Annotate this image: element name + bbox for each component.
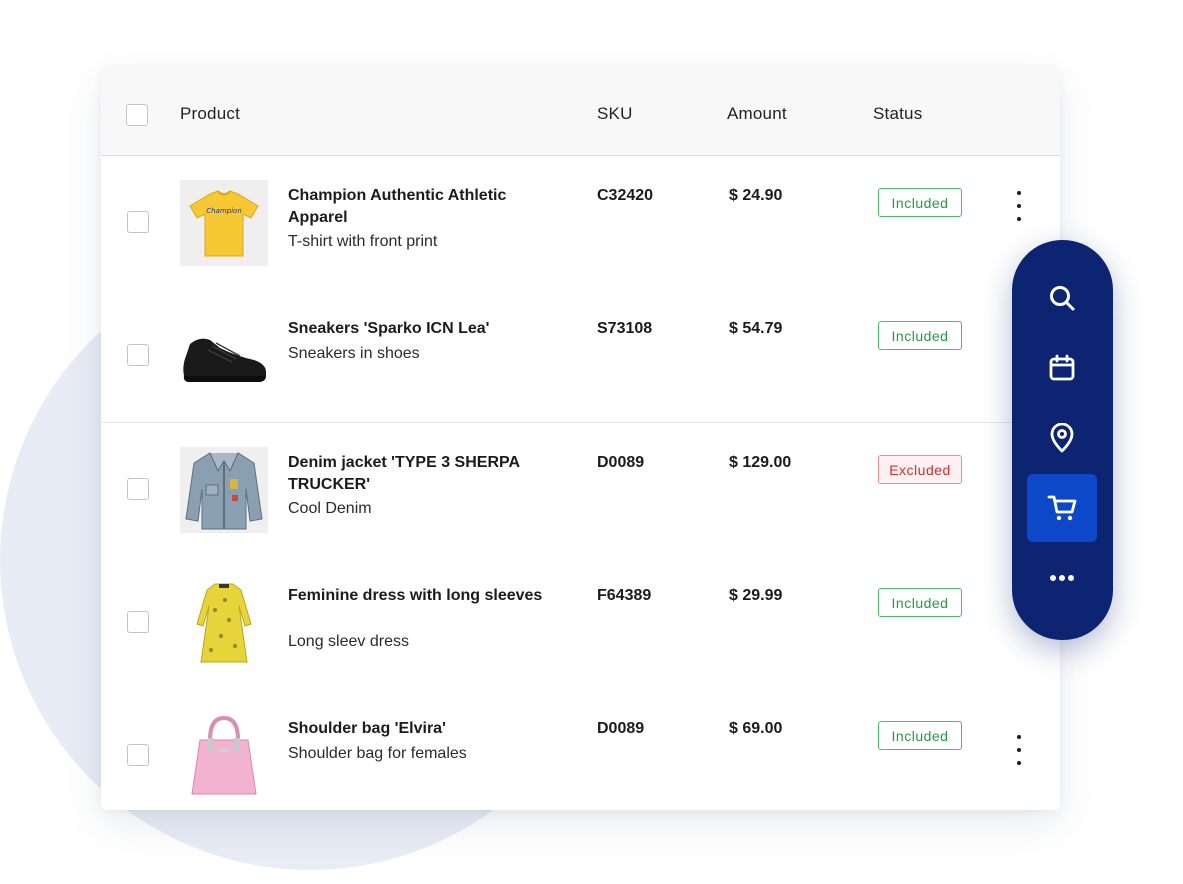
select-all-checkbox[interactable]: [126, 104, 148, 126]
denim-jacket-image: [180, 447, 268, 533]
table-row[interactable]: Feminine dress with long sleeves Long sl…: [101, 556, 1060, 690]
product-sku: F64389: [597, 587, 652, 604]
product-amount: $ 24.90: [729, 187, 783, 204]
column-header-sku[interactable]: SKU: [597, 104, 633, 124]
row-checkbox[interactable]: [127, 744, 149, 766]
product-name: Feminine dress with long sleeves: [288, 587, 543, 604]
table-row[interactable]: Denim jacket 'TYPE 3 SHERPA TRUCKER' Coo…: [101, 423, 1060, 557]
calendar-icon[interactable]: [1027, 334, 1097, 402]
row-checkbox[interactable]: [127, 344, 149, 366]
row-checkbox[interactable]: [127, 611, 149, 633]
product-amount: $ 69.00: [729, 720, 783, 737]
product-description: Shoulder bag for females: [288, 745, 467, 762]
table-row[interactable]: Sneakers 'Sparko ICN Lea' Sneakers in sh…: [101, 289, 1060, 423]
column-header-status[interactable]: Status: [873, 104, 922, 124]
search-icon[interactable]: [1027, 264, 1097, 332]
status-badge: Included: [878, 188, 962, 217]
product-name: Denim jacket 'TYPE 3 SHERPA TRUCKER': [288, 454, 520, 493]
product-sku: C32420: [597, 187, 654, 204]
products-table: Product SKU Amount Status Champion Champ…: [101, 67, 1060, 810]
product-description: Long sleev dress: [288, 633, 409, 650]
product-name: Champion Authentic Athletic Apparel: [288, 187, 507, 226]
status-badge: Included: [878, 721, 962, 750]
table-header: Product SKU Amount Status: [101, 67, 1060, 156]
row-more-menu-icon[interactable]: [1013, 191, 1025, 221]
location-pin-icon[interactable]: [1027, 404, 1097, 472]
floating-toolbar: [1012, 240, 1113, 640]
column-header-product[interactable]: Product: [180, 104, 240, 124]
product-name: Sneakers 'Sparko ICN Lea': [288, 320, 490, 337]
thumbnail-brand-label: Champion: [206, 207, 242, 215]
cart-icon[interactable]: [1027, 474, 1097, 542]
product-description: T-shirt with front print: [288, 233, 438, 250]
black-sneaker-image: [180, 313, 268, 399]
column-header-amount[interactable]: Amount: [727, 104, 787, 124]
pink-handbag-image: [180, 713, 268, 799]
yellow-tshirt-image: Champion: [180, 180, 268, 266]
more-horizontal-icon[interactable]: [1027, 544, 1097, 612]
row-checkbox[interactable]: [127, 478, 149, 500]
status-badge: Included: [878, 321, 962, 350]
product-amount: $ 54.79: [729, 320, 783, 337]
product-description: Cool Denim: [288, 500, 372, 517]
product-amount: $ 29.99: [729, 587, 783, 604]
status-badge: Excluded: [878, 455, 962, 484]
table-row[interactable]: Shoulder bag 'Elvira' Shoulder bag for f…: [101, 689, 1060, 810]
table-row[interactable]: Champion Champion Authentic Athletic App…: [101, 156, 1060, 290]
product-description: Sneakers in shoes: [288, 345, 420, 362]
row-more-menu-icon[interactable]: [1013, 735, 1025, 765]
row-checkbox[interactable]: [127, 211, 149, 233]
product-name: Shoulder bag 'Elvira': [288, 720, 446, 737]
product-sku: D0089: [597, 454, 645, 471]
status-badge: Included: [878, 588, 962, 617]
product-amount: $ 129.00: [729, 454, 792, 471]
product-sku: D0089: [597, 720, 645, 737]
product-sku: S73108: [597, 320, 653, 337]
yellow-dress-image: [180, 580, 268, 666]
